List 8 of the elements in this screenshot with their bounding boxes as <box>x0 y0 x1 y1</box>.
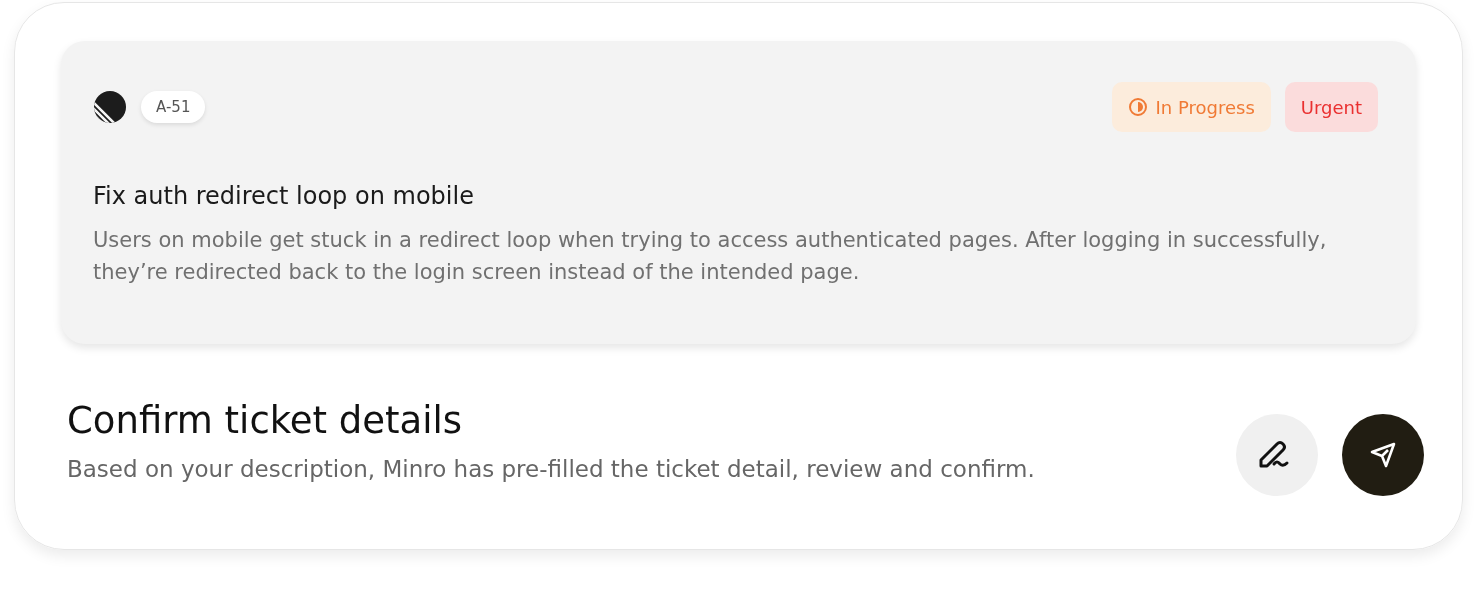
priority-tag: Urgent <box>1284 82 1378 132</box>
ticket-title: Fix auth redirect loop on mobile <box>93 182 475 210</box>
ticket-id-chip: A-51 <box>141 91 206 123</box>
subtitle: Based on your description, Minro has pre-filled the ticket detail, review and confirm. <box>67 455 1036 482</box>
heading: Confirm ticket details <box>67 398 464 442</box>
status-tag: In Progress <box>1111 82 1271 132</box>
ticket-description: Users on mobile get stuck in a redirect loop when trying to access authenticated pages. After logging in successfully, they’re redirected back to the login screen instead of the intended page. <box>93 227 1328 286</box>
half-circle-icon <box>1127 97 1148 117</box>
